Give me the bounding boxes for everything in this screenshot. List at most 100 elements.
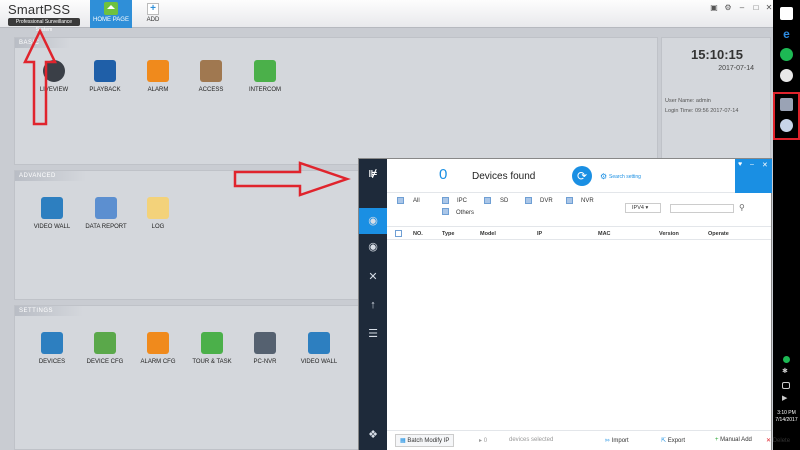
filter-others-checkbox[interactable]: [442, 208, 449, 215]
edge-browser-icon[interactable]: e: [780, 28, 793, 41]
filter-nvr-label: NVR: [581, 198, 594, 204]
delete-button[interactable]: ✕ Delete: [766, 437, 790, 444]
chrome-icon[interactable]: [780, 69, 793, 82]
app-access-label: ACCESS: [198, 87, 224, 93]
column-no[interactable]: NO.: [413, 231, 423, 237]
user-name: User Name: admin: [665, 98, 711, 104]
smartpss-logo: SmartPSS Professional Surveillance Syste…: [8, 2, 88, 33]
smartpss-header: SmartPSS Professional Surveillance Syste…: [0, 0, 773, 33]
filter-all-label: All: [413, 198, 420, 204]
bluetooth-tray-icon[interactable]: ✱: [782, 368, 790, 376]
column-version[interactable]: Version: [659, 231, 679, 237]
column-operate[interactable]: Operate: [708, 231, 729, 237]
app-data-report[interactable]: DATA REPORT: [81, 197, 131, 230]
manual-add-button[interactable]: + Manual Add: [715, 437, 752, 443]
filter-all-checkbox[interactable]: [397, 197, 404, 204]
taskbar-clock[interactable]: 3:10 PM 7/14/2017: [773, 410, 800, 424]
column-ip[interactable]: IP: [537, 231, 542, 237]
filter-ipc-checkbox[interactable]: [442, 197, 449, 204]
clock-time: 15:10:15: [690, 47, 744, 62]
search-input[interactable]: [670, 204, 734, 213]
select-all-checkbox[interactable]: [395, 230, 402, 237]
delete-icon: ✕: [766, 438, 773, 444]
app-alarm[interactable]: ALARM: [133, 60, 183, 93]
volume-tray-icon[interactable]: ▶: [782, 395, 790, 402]
clapperboard-icon: [94, 60, 116, 82]
app-video-wall-config[interactable]: VIDEO WALL: [294, 332, 344, 365]
ct-close-button[interactable]: ✕: [762, 161, 768, 169]
app-pc-nvr[interactable]: PC-NVR: [240, 332, 290, 365]
gear-icon[interactable]: ⚙: [600, 172, 607, 181]
app-intercom[interactable]: INTERCOM: [240, 60, 290, 93]
grid-menu-icon[interactable]: ❖: [363, 425, 383, 445]
import-button[interactable]: ⇰ Import: [605, 437, 629, 444]
refresh-search-button[interactable]: ⟳: [572, 166, 592, 186]
config-tool-window: ⊯ ◉ ◉ ✕ ↑ ☰ ❖ 0 Devices found ⟳ ⚙ Search…: [358, 158, 790, 450]
column-model[interactable]: Model: [480, 231, 496, 237]
device-table-header: NO. Type Model IP MAC Version Operate: [387, 226, 771, 240]
app-access[interactable]: ACCESS: [186, 60, 236, 93]
close-button[interactable]: ✕: [765, 4, 773, 12]
tools-icon[interactable]: ✕: [363, 267, 383, 287]
file-explorer-icon[interactable]: [780, 7, 793, 20]
batch-modify-ip-button[interactable]: ▦ Batch Modify IP: [395, 434, 455, 447]
filter-ipc-label: IPC: [457, 198, 468, 204]
door-icon: [200, 60, 222, 82]
login-time: Login Time: 09:56 2017-07-14: [665, 108, 739, 114]
ip-camera-icon[interactable]: ◉: [363, 237, 383, 257]
filter-nvr-checkbox[interactable]: [566, 197, 573, 204]
column-mac[interactable]: MAC: [598, 231, 611, 237]
ct-minimize-button[interactable]: –: [750, 161, 754, 168]
filter-dvr-label: DVR: [540, 198, 553, 204]
app-video-wall[interactable]: VIDEO WALL: [27, 197, 77, 230]
alarm-config-icon: [147, 332, 169, 354]
config-tool-bottom-bar: ▦ Batch Modify IP ▸ 0 devices selected ⇰…: [387, 430, 790, 450]
filter-sd-checkbox[interactable]: [484, 197, 491, 204]
spotify-tray-icon[interactable]: [783, 356, 790, 363]
filter-dvr-checkbox[interactable]: [525, 197, 532, 204]
lock-icon[interactable]: ▣: [710, 4, 718, 12]
basic-panel: BASIC LIVEVIEW PLAYBACK ALARM ACCESS INT…: [14, 37, 658, 165]
maximize-button[interactable]: □: [752, 4, 760, 12]
taskbar-time: 3:10 PM: [777, 410, 796, 416]
app-tour-task-label: TOUR & TASK: [192, 359, 232, 365]
app-alarm-cfg[interactable]: ALARM CFG: [133, 332, 183, 365]
ip-version-value: IPV4: [632, 205, 644, 211]
minimize-button[interactable]: –: [738, 4, 746, 12]
spotify-icon[interactable]: [780, 48, 793, 61]
app-tour-task[interactable]: TOUR & TASK: [187, 332, 237, 365]
search-setting-link[interactable]: Search setting: [609, 174, 641, 180]
advanced-panel-title: ADVANCED: [15, 171, 86, 181]
clock-date: 2017-07-14: [718, 65, 754, 72]
tab-home-page[interactable]: HOME PAGE: [90, 0, 132, 28]
app-log[interactable]: LOG: [133, 197, 183, 230]
tab-add-label: ADD: [146, 17, 160, 23]
app-devices-label: DEVICES: [38, 359, 66, 365]
device-config-icon: [94, 332, 116, 354]
device-init-icon[interactable]: ◉: [359, 208, 387, 234]
export-button[interactable]: ⇱ Export: [661, 437, 685, 444]
ip-version-select[interactable]: IPV4 ▾: [625, 203, 661, 213]
delete-label: Delete: [772, 438, 791, 444]
search-icon[interactable]: ⚲: [739, 203, 745, 212]
tour-refresh-icon: [201, 332, 223, 354]
app-devices[interactable]: DEVICES: [27, 332, 77, 365]
devices-count: 0: [439, 166, 448, 183]
brand-tagline: Professional Surveillance System: [8, 18, 80, 33]
config-tool-logo-icon: ⊯: [368, 169, 378, 180]
plus-icon: +: [147, 3, 159, 15]
settings-icon[interactable]: ⚙: [724, 4, 732, 12]
list-icon[interactable]: ☰: [363, 324, 383, 344]
taskbar-date: 7/14/2017: [775, 417, 798, 423]
column-type[interactable]: Type: [442, 231, 454, 237]
tab-add[interactable]: + ADD: [138, 0, 168, 28]
app-device-cfg[interactable]: DEVICE CFG: [80, 332, 130, 365]
battery-tray-icon[interactable]: [782, 382, 790, 389]
upgrade-icon[interactable]: ↑: [363, 295, 383, 315]
brand-name: SmartPSS: [8, 2, 71, 17]
heart-icon[interactable]: ♥: [738, 161, 742, 168]
app-playback[interactable]: PLAYBACK: [80, 60, 130, 93]
home-icon: [104, 2, 118, 15]
settings-panel-title: SETTINGS: [15, 306, 84, 316]
right-arrow-annotation: [233, 161, 351, 197]
